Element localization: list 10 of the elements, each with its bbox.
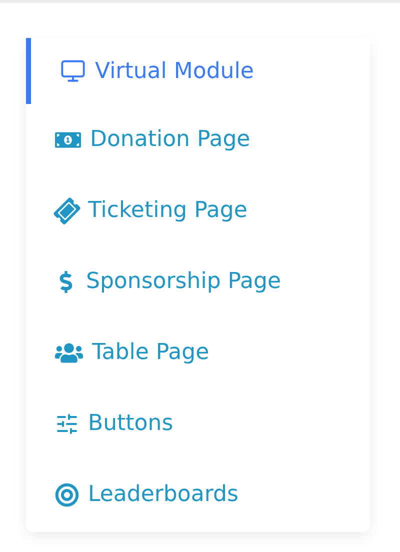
sidebar-item[interactable]: Ticketing Page — [21, 175, 370, 246]
monitor-icon — [60, 58, 86, 84]
sidebar-item[interactable]: Sponsorship Page — [21, 246, 370, 317]
sidebar-item[interactable]: Buttons — [21, 388, 370, 459]
sidebar-item[interactable]: Donation Page — [21, 104, 370, 175]
sidebar-item[interactable]: Virtual Module — [26, 38, 370, 104]
sidebar-item[interactable]: Table Page — [21, 317, 370, 388]
sidebar-item[interactable]: Leaderboards — [21, 459, 370, 530]
sliders-icon — [55, 412, 79, 436]
target-icon — [55, 482, 79, 506]
